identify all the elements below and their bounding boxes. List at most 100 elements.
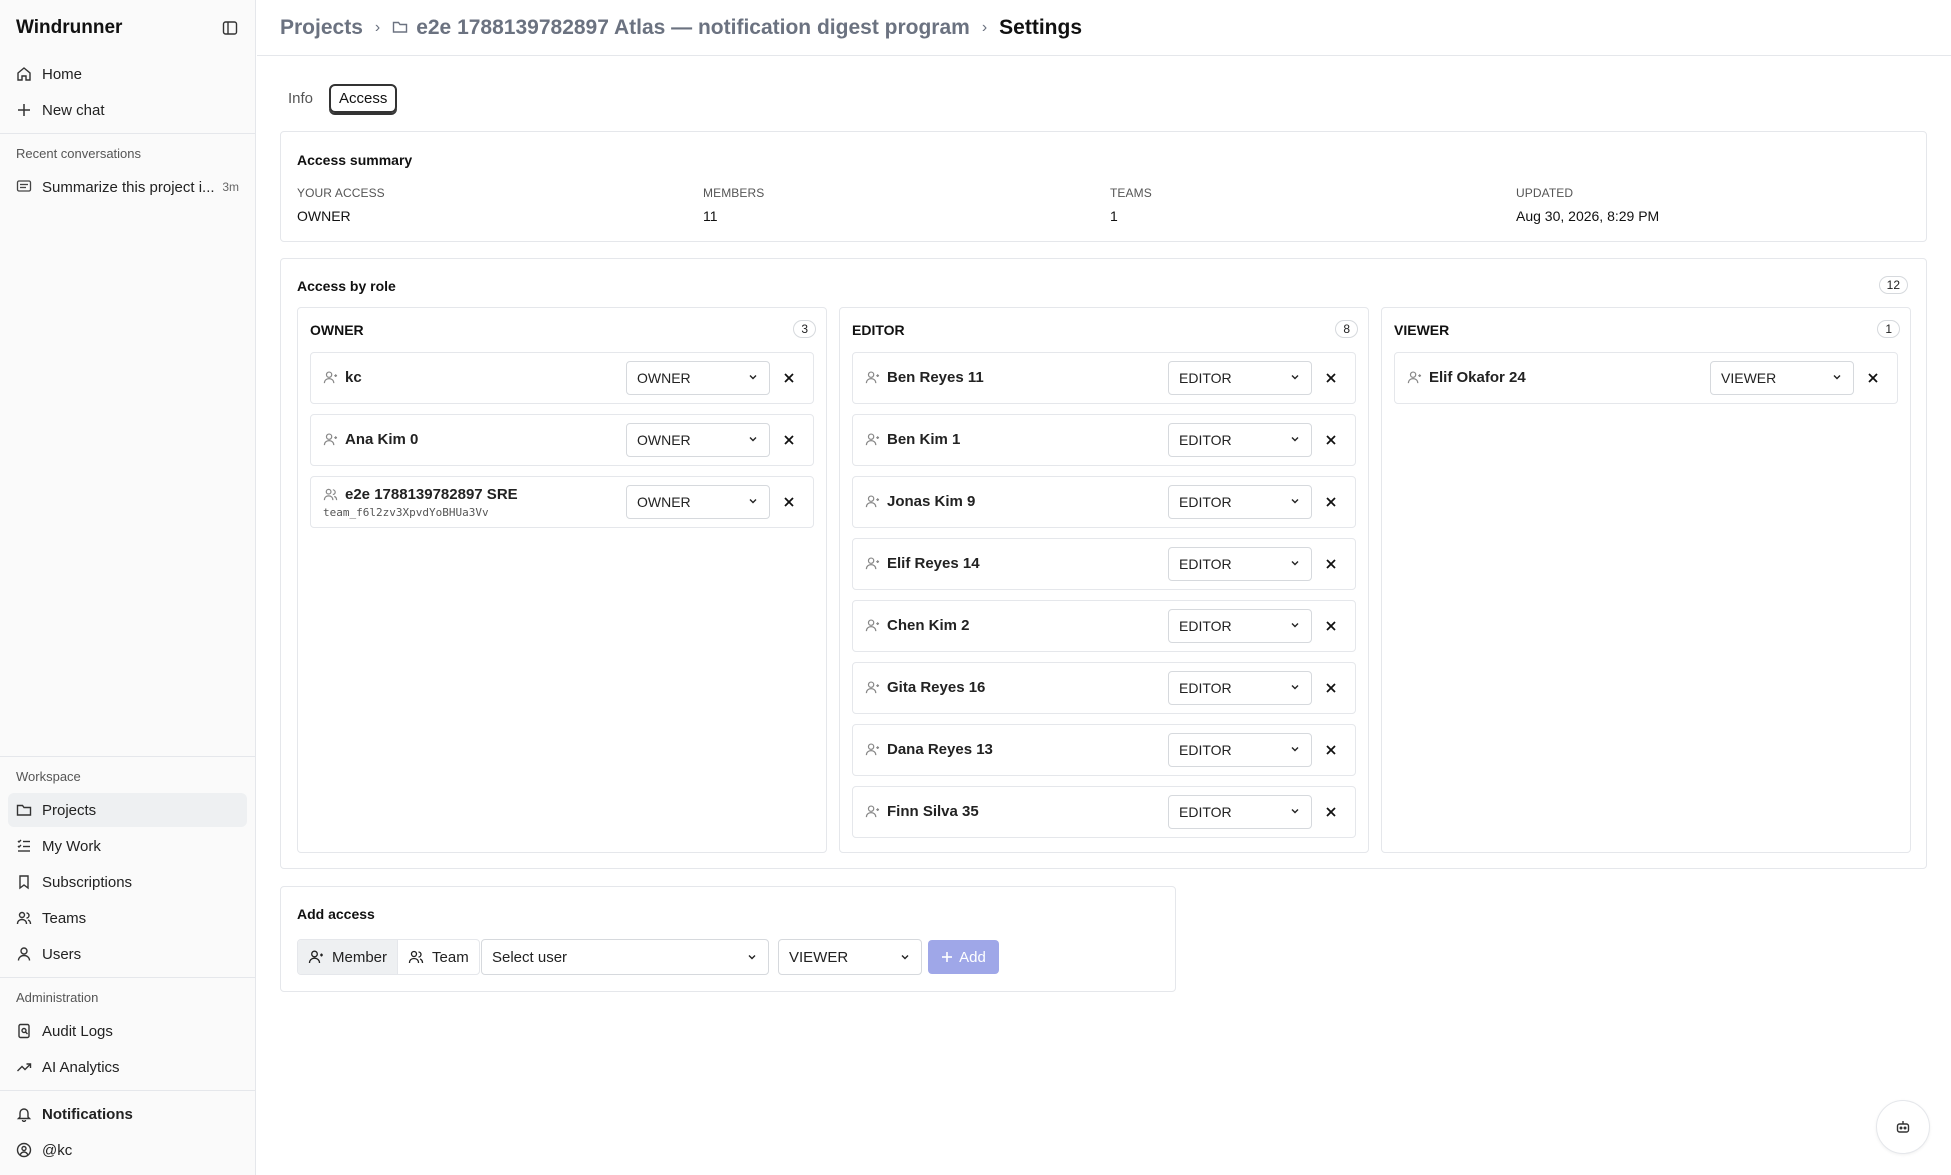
stat-value: 11 [703,208,718,224]
role-select[interactable]: EDITOR [1168,609,1312,643]
member-label: Member [332,948,388,966]
remove-button[interactable] [1321,430,1341,450]
remove-button[interactable] [1863,368,1883,388]
role-select[interactable]: OWNER [626,423,770,457]
access-row: Gita Reyes 16 EDITOR [852,662,1356,714]
chevron-down-icon [1289,680,1301,696]
role-select[interactable]: EDITOR [1168,671,1312,705]
new-role-value: VIEWER [789,948,849,966]
breadcrumb-project[interactable]: e2e 1788139782897 Atlas — notification d… [416,16,970,40]
sidebar-item-subscriptions[interactable]: Subscriptions [8,865,247,899]
user-icon [865,370,880,385]
remove-button[interactable] [1321,492,1341,512]
chevron-down-icon [1289,804,1301,820]
chevron-down-icon [747,432,759,448]
chevron-right-icon: › [981,18,988,36]
tab-access[interactable]: Access [329,84,398,113]
stat-updated: UPDATED Aug 30, 2026, 8:29 PM [1516,186,1659,224]
role-select[interactable]: EDITOR [1168,485,1312,519]
access-row: Dana Reyes 13 EDITOR [852,724,1356,776]
role-select[interactable]: OWNER [626,361,770,395]
sidebar-item-label: Audit Logs [42,1022,113,1040]
assistant-bot-button[interactable] [1876,1100,1930,1154]
role-select[interactable]: EDITOR [1168,547,1312,581]
remove-button[interactable] [1321,678,1341,698]
divider [0,133,255,134]
role-value: EDITOR [1179,618,1232,634]
role-select[interactable]: EDITOR [1168,795,1312,829]
sidebar-item-audit-logs[interactable]: Audit Logs [8,1014,247,1048]
chevron-right-icon: › [374,18,381,36]
role-value: EDITOR [1179,804,1232,820]
role-value: EDITOR [1179,556,1232,572]
remove-button[interactable] [1321,616,1341,636]
column-title: EDITOR [852,322,905,338]
role-value: EDITOR [1179,680,1232,696]
member-toggle-button[interactable]: Member [298,940,398,974]
sidebar-item-label: Home [42,65,83,83]
home-icon [16,66,32,82]
access-summary-card: Access summary YOUR ACCESS OWNER MEMBERS… [280,131,1927,242]
sidebar-item-ai-analytics[interactable]: AI Analytics [8,1050,247,1084]
sidebar-item-my-work[interactable]: My Work [8,829,247,863]
column-count-badge: 1 [1877,320,1900,338]
role-select[interactable]: EDITOR [1168,361,1312,395]
stat-value: 1 [1110,208,1118,224]
member-name: Elif Reyes 14 [887,555,980,572]
role-column-viewer: VIEWER 1 Elif Okafor 24 VIEWER [1381,307,1911,853]
user-menu[interactable]: @kc [8,1133,247,1167]
sidebar-item-notifications[interactable]: Notifications [8,1097,247,1131]
conversation-time: 3m [222,180,239,194]
new-role-select[interactable]: VIEWER [778,939,922,975]
role-value: OWNER [637,432,691,448]
principal-type-toggle: Member Team [297,939,480,975]
list-icon [16,838,32,854]
sidebar-item-new-chat[interactable]: New chat [8,93,247,127]
trend-icon [16,1059,32,1075]
breadcrumb-projects[interactable]: Projects [280,16,363,40]
plus-icon [941,951,953,963]
member-name: Gita Reyes 16 [887,679,986,696]
role-column-editor: EDITOR 8 Ben Reyes 11 EDITOR Ben Kim 1 E… [839,307,1369,853]
sidebar-bottom: Workspace Projects My Work Subscriptions… [0,756,255,1175]
sidebar-item-label: Notifications [42,1105,133,1123]
member-name: Ben Reyes 11 [887,369,984,386]
sidebar-item-projects[interactable]: Projects [8,793,247,827]
sidebar-item-label: Users [42,945,82,963]
stat-label: TEAMS [1110,186,1152,200]
team-toggle-button[interactable]: Team [397,940,479,974]
remove-button[interactable] [779,430,799,450]
divider [0,1090,255,1091]
role-select[interactable]: OWNER [626,485,770,519]
access-row: Ben Reyes 11 EDITOR [852,352,1356,404]
role-select[interactable]: VIEWER [1710,361,1854,395]
chevron-down-icon [1831,370,1843,386]
role-value: EDITOR [1179,370,1232,386]
remove-button[interactable] [1321,554,1341,574]
sidebar-item-home[interactable]: Home [8,57,247,91]
team-label: Team [432,948,469,966]
user-plus-icon [308,949,324,965]
role-select[interactable]: EDITOR [1168,733,1312,767]
user-select[interactable]: Select user [481,939,769,975]
access-row-team: e2e 1788139782897 SRE team_f6l2zv3XpvdYo… [310,476,814,528]
user-icon [865,494,880,509]
add-button[interactable]: Add [928,940,999,974]
user-icon [16,946,32,962]
role-value: VIEWER [1721,370,1777,386]
remove-button[interactable] [779,368,799,388]
sidebar-item-label: New chat [42,101,105,119]
member-name: Ana Kim 0 [345,431,419,448]
conversation-item[interactable]: Summarize this project i... 3m [8,170,247,204]
remove-button[interactable] [1321,802,1341,822]
remove-button[interactable] [1321,368,1341,388]
role-select[interactable]: EDITOR [1168,423,1312,457]
team-name: e2e 1788139782897 SRE [345,486,518,503]
sidebar-item-users[interactable]: Users [8,937,247,971]
tab-info[interactable]: Info [280,86,321,111]
remove-button[interactable] [779,492,799,512]
remove-button[interactable] [1321,740,1341,760]
sidebar-toggle-icon[interactable] [219,17,241,39]
role-value: EDITOR [1179,494,1232,510]
sidebar-item-teams[interactable]: Teams [8,901,247,935]
